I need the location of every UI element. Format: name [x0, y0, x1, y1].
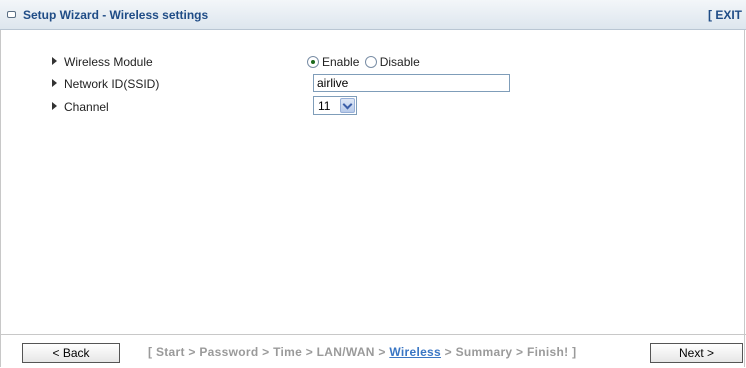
- enable-radio-label[interactable]: Enable: [322, 55, 359, 69]
- ssid-input[interactable]: [313, 74, 510, 92]
- wireless-module-radio-group: Enable Disable: [307, 54, 422, 70]
- wizard-steps: [ Start > Password > Time > LAN/WAN > Wi…: [148, 345, 576, 359]
- step-finish: Finish!: [526, 345, 569, 359]
- ssid-label: Network ID(SSID): [64, 77, 160, 91]
- bullet-arrow-icon: [52, 102, 57, 110]
- chevron-down-icon: [342, 99, 353, 110]
- disable-radio[interactable]: [364, 55, 377, 68]
- bullet-arrow-icon: [52, 57, 57, 65]
- step-separator: >: [444, 345, 452, 359]
- step-separator: >: [378, 345, 386, 359]
- title-bar: Setup Wizard - Wireless settings [ EXIT: [0, 0, 746, 30]
- step-separator: >: [516, 345, 524, 359]
- step-separator: >: [305, 345, 314, 359]
- step-lan-wan: LAN/WAN: [316, 345, 375, 359]
- page-title: Setup Wizard - Wireless settings: [23, 8, 209, 22]
- channel-label: Channel: [64, 100, 109, 114]
- step-separator: >: [188, 345, 196, 359]
- channel-select[interactable]: 11: [313, 96, 357, 115]
- enable-radio[interactable]: [307, 55, 319, 68]
- channel-value: 11: [318, 99, 331, 113]
- exit-link[interactable]: [ EXIT: [708, 8, 742, 22]
- disable-radio-label[interactable]: Disable: [380, 55, 420, 69]
- step-time: Time: [273, 345, 303, 359]
- wizard-footer: < Back [ Start > Password > Time > LAN/W…: [0, 334, 746, 368]
- step-separator: >: [262, 345, 270, 359]
- wireless-module-label: Wireless Module: [64, 55, 153, 69]
- bullet-arrow-icon: [52, 79, 57, 87]
- step-password: Password: [199, 345, 259, 359]
- title-bullet-icon: [7, 11, 16, 18]
- channel-dropdown-button[interactable]: [340, 98, 355, 113]
- step-summary: Summary: [455, 345, 513, 359]
- back-button[interactable]: < Back: [22, 343, 120, 363]
- steps-close-bracket: ]: [572, 345, 577, 359]
- steps-open-bracket: [: [148, 345, 153, 359]
- next-button[interactable]: Next >: [650, 343, 743, 363]
- step-start: Start: [155, 345, 185, 359]
- step-wireless-current: Wireless: [389, 345, 441, 359]
